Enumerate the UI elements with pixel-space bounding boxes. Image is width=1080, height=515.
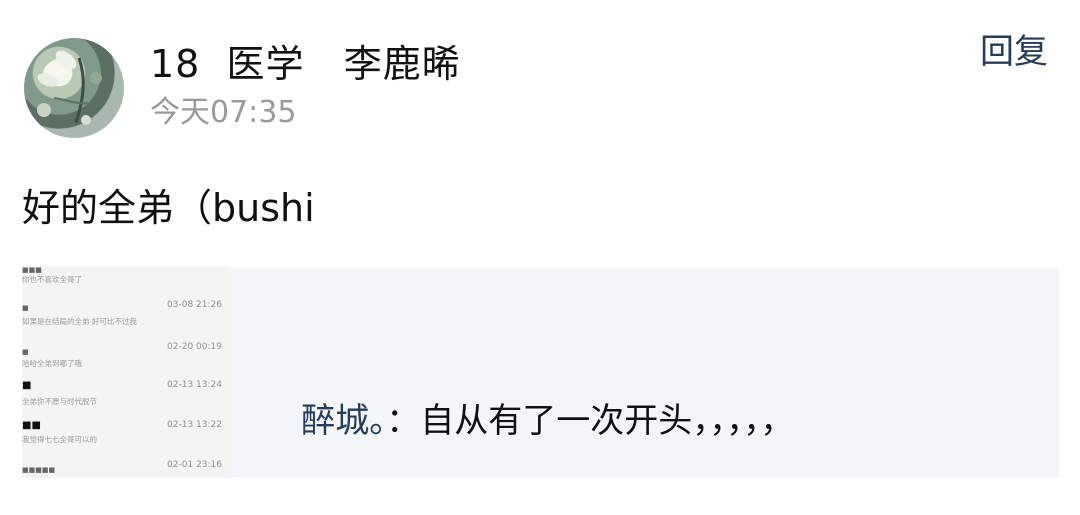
thumb-message-text: 哈哈全弟到哪了哦 <box>22 359 82 368</box>
avatar-flower-image <box>37 50 102 125</box>
thumb-message-time: 02-01 23:16 <box>167 460 222 470</box>
thumb-message-time: 02-13 13:24 <box>167 380 222 390</box>
thumb-message-text: 如果是在结局的全弟 好可比不过我 <box>22 317 137 326</box>
thumb-message-time: 02-20 00:19 <box>167 342 222 352</box>
thumb-message-time: 03-08 21:26 <box>167 300 222 310</box>
username[interactable]: 18 医学 李鹿晞 <box>150 40 461 88</box>
quoted-text: 自从有了一次开头，，，，， <box>420 401 795 441</box>
quote-separator: ： <box>386 401 421 441</box>
attached-image-thumbnail[interactable]: ■■■ 你也不喜欢全哥了 ■ 如果是在结局的全弟 好可比不过我 03-08 21… <box>22 266 230 478</box>
post-timestamp: 今天07:35 <box>150 95 297 130</box>
avatar[interactable] <box>24 38 124 138</box>
comment-text: 好的全弟（bushi <box>22 186 315 230</box>
reply-button[interactable]: 回复 <box>980 30 1048 74</box>
thumb-message-text: 你也不喜欢全哥了 <box>22 275 82 284</box>
quoted-reply-box[interactable]: 醉城。：自从有了一次开头，，，，， <box>230 268 1059 478</box>
quoted-author[interactable]: 醉城。 <box>301 401 386 441</box>
thumb-message-text: 我觉得七七全哥可以的 <box>22 435 97 444</box>
thumb-message-text: 全弟你不愿与时代脱节 <box>22 397 97 406</box>
thumb-message-time: 02-13 13:22 <box>167 420 222 430</box>
